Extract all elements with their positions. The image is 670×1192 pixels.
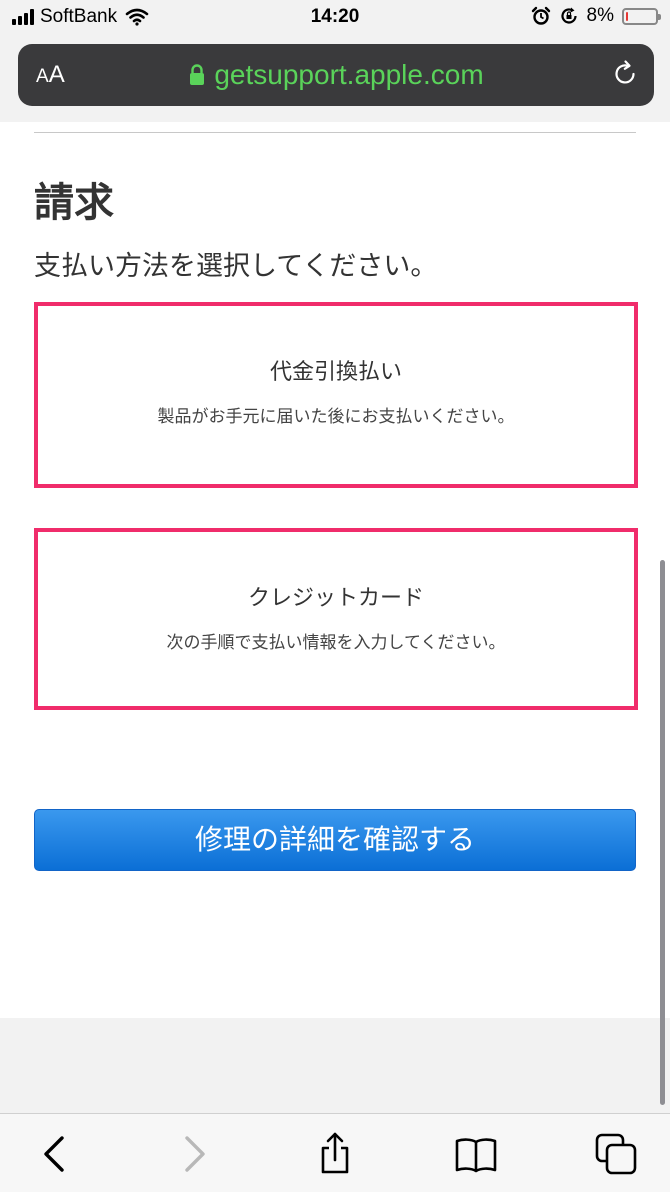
status-bar: SoftBank 14:20 8% <box>0 0 670 36</box>
url-group[interactable]: getsupport.apple.com <box>18 59 654 91</box>
page-title: 請求 <box>34 180 114 226</box>
back-icon <box>44 1136 64 1172</box>
scrollbar[interactable] <box>660 560 665 1105</box>
address-bar[interactable]: AA getsupport.apple.com <box>18 44 654 106</box>
back-button[interactable] <box>33 1132 77 1176</box>
tabs-button[interactable] <box>594 1132 638 1176</box>
battery-percent: 8% <box>586 5 614 26</box>
tabs-icon <box>595 1133 637 1175</box>
option-title: 代金引換払い <box>269 360 402 385</box>
carrier-group: SoftBank <box>12 6 149 28</box>
section-divider <box>34 132 636 133</box>
address-bar-area: AA getsupport.apple.com <box>0 36 670 122</box>
option-description: 次の手順で支払い情報を入力してください。 <box>166 633 506 653</box>
share-icon <box>321 1132 349 1174</box>
lock-icon <box>190 64 205 85</box>
url-text: getsupport.apple.com <box>214 59 484 90</box>
reload-icon[interactable] <box>610 59 640 89</box>
page-footer <box>0 1018 670 1113</box>
wifi-icon <box>125 8 149 26</box>
bookmarks-icon <box>455 1138 497 1173</box>
bookmarks-button[interactable] <box>454 1132 498 1176</box>
forward-icon <box>185 1136 205 1172</box>
signal-icon <box>12 9 34 25</box>
rotation-lock-icon <box>560 7 577 24</box>
payment-option-credit-card[interactable]: クレジットカード 次の手順で支払い情報を入力してください。 <box>34 528 638 710</box>
carrier-name: SoftBank <box>40 6 118 27</box>
confirm-repair-details-button[interactable]: 修理の詳細を確認する <box>34 809 636 871</box>
forward-button[interactable] <box>172 1132 216 1176</box>
payment-option-cash-on-delivery[interactable]: 代金引換払い 製品がお手元に届いた後にお支払いください。 <box>34 302 638 488</box>
option-description: 製品がお手元に届いた後にお支払いください。 <box>157 407 515 427</box>
alarm-icon <box>531 6 550 25</box>
option-title: クレジットカード <box>247 586 424 611</box>
status-right: 8% <box>531 5 661 27</box>
browser-toolbar <box>0 1113 670 1192</box>
battery-icon <box>622 7 661 25</box>
battery-level <box>626 11 628 21</box>
share-button[interactable] <box>313 1132 357 1176</box>
page-subtitle: 支払い方法を選択してください。 <box>34 251 438 282</box>
